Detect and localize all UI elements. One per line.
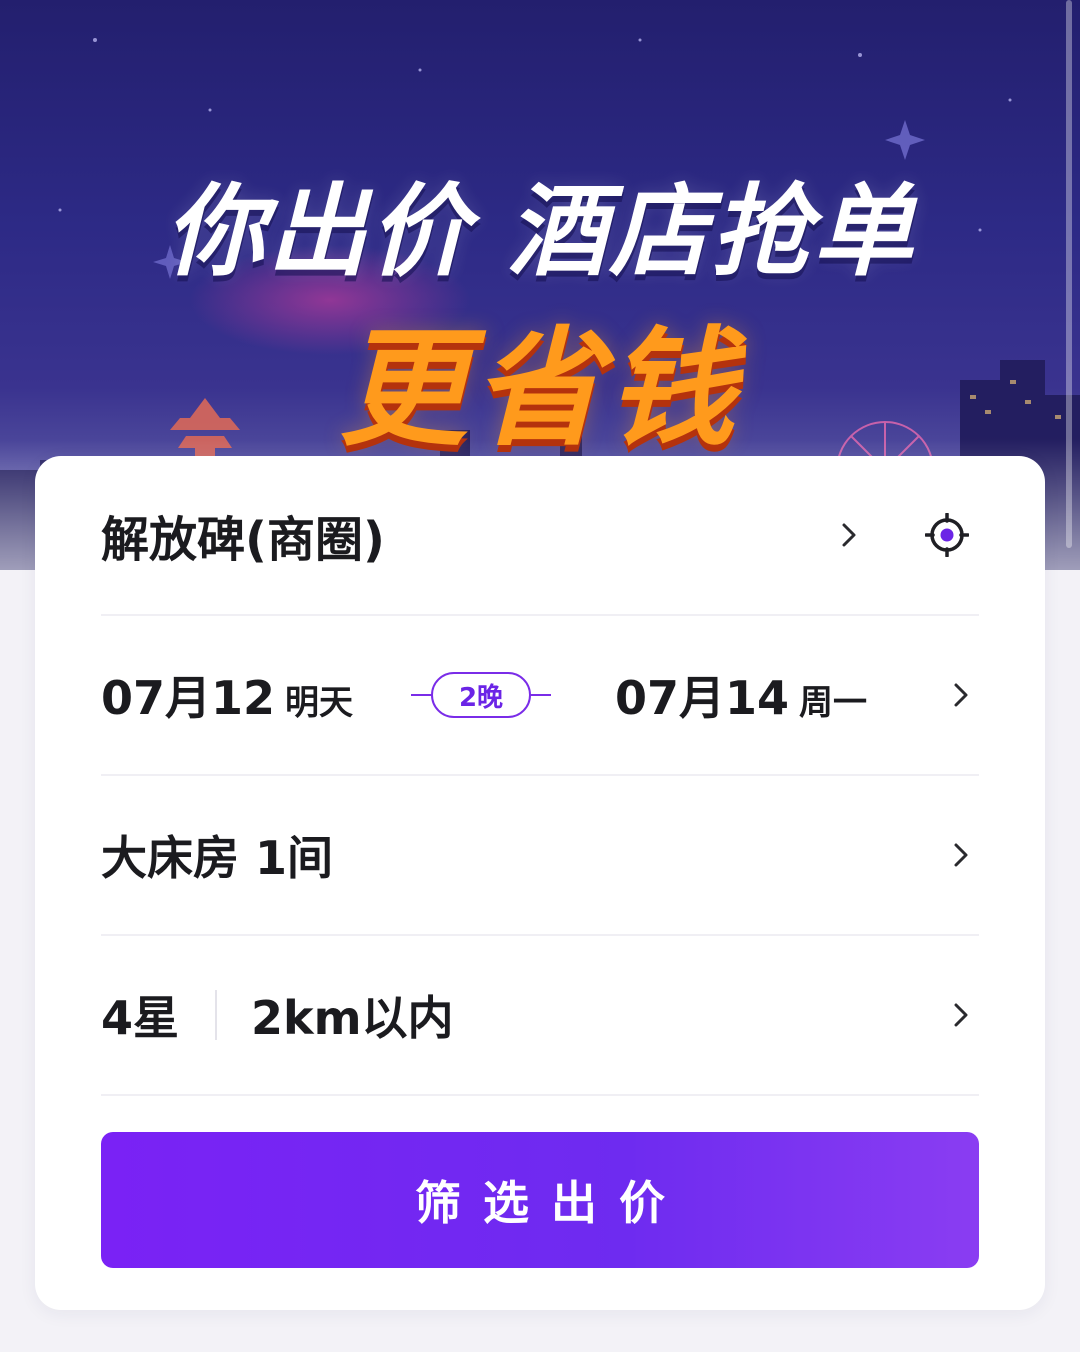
chevron-right-icon <box>954 843 968 867</box>
page-scrollbar[interactable] <box>1066 0 1072 548</box>
filter-row[interactable]: 4星 2km以内 <box>101 936 979 1096</box>
search-card: 解放碑(商圈) 07月12 明天 2晚 07月14 周一 大床房 1间 4星 2… <box>35 456 1045 1310</box>
headline-right: 酒店抢单 <box>507 173 915 290</box>
chevron-right-icon <box>954 683 968 707</box>
banner-headline: 你出价 酒店抢单 <box>0 150 1080 295</box>
checkin-date: 07月12 <box>101 671 276 725</box>
chevron-right-icon <box>842 523 856 547</box>
nights-indicator: 2晚 <box>411 672 551 718</box>
locate-target-icon[interactable] <box>925 513 969 557</box>
checkin-group[interactable]: 07月12 明天 <box>101 662 353 728</box>
date-row[interactable]: 07月12 明天 2晚 07月14 周一 <box>101 616 979 776</box>
chevron-right-icon <box>954 1003 968 1027</box>
star-filter: 4星 <box>101 991 180 1045</box>
banner-subline: 更省钱 <box>338 315 741 464</box>
headline-left: 你出价 <box>165 173 471 290</box>
checkout-group[interactable]: 07月14 周一 <box>615 662 867 728</box>
nights-badge: 2晚 <box>431 672 531 718</box>
location-row[interactable]: 解放碑(商圈) <box>101 456 979 616</box>
room-row[interactable]: 大床房 1间 <box>101 776 979 936</box>
checkout-day: 周一 <box>799 683 868 723</box>
checkout-date: 07月14 <box>615 671 790 725</box>
hotel-bid-page: 你出价 酒店抢单 更省钱 解放碑(商圈) 07月12 明天 2晚 07月14 周… <box>0 0 1080 1352</box>
checkin-day: 明天 <box>285 683 354 723</box>
filter-bid-button[interactable]: 筛选出价 <box>101 1132 979 1268</box>
distance-filter: 2km以内 <box>251 991 454 1045</box>
filter-divider <box>215 990 217 1040</box>
room-text: 大床房 1间 <box>101 831 334 885</box>
location-text: 解放碑(商圈) <box>101 512 385 568</box>
